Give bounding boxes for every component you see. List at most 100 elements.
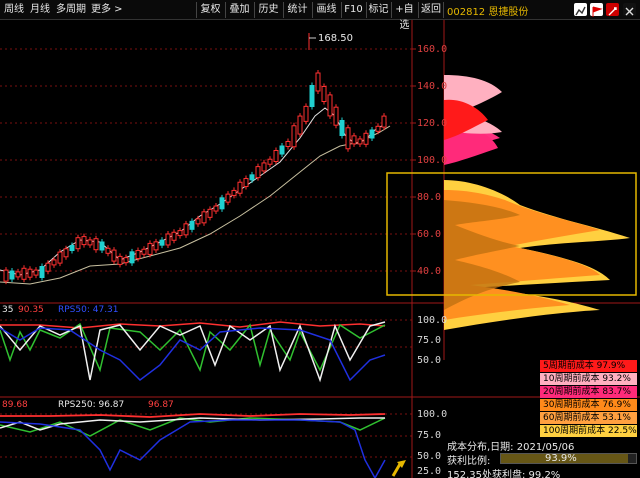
candle-body bbox=[147, 242, 153, 255]
candle-body bbox=[111, 249, 117, 262]
candle-body bbox=[183, 223, 189, 236]
axis-tick: 60.0 bbox=[417, 229, 442, 240]
chart-mode-icon[interactable] bbox=[574, 3, 587, 16]
candle-body bbox=[351, 135, 357, 145]
candle-body bbox=[165, 233, 171, 246]
candle-body bbox=[339, 120, 345, 136]
tab-monthly[interactable]: 月线 bbox=[30, 3, 50, 17]
ma-short-line bbox=[0, 107, 386, 276]
candle-body bbox=[207, 208, 213, 218]
candle-body bbox=[177, 230, 183, 237]
profit-at-price: 152.35处获利盘: 99.2% bbox=[447, 470, 561, 478]
candle-body bbox=[57, 251, 63, 264]
candlestick-series bbox=[3, 70, 387, 285]
flag-icon[interactable] bbox=[590, 3, 603, 17]
candle-body bbox=[141, 248, 147, 255]
candle-body bbox=[213, 205, 219, 212]
cost-distribution-date: 成本分布,日期: 2021/05/06 bbox=[447, 442, 575, 453]
axis-tick: 50.0 bbox=[417, 355, 442, 366]
candle-body bbox=[267, 158, 273, 165]
candle-body bbox=[291, 125, 297, 148]
axis-tick: 140.0 bbox=[417, 81, 448, 92]
mark-button[interactable]: 标记 bbox=[366, 2, 390, 18]
candle-body bbox=[33, 269, 39, 276]
candle-body bbox=[279, 145, 285, 155]
legend-item: 10周期前成本 93.2% bbox=[540, 373, 637, 385]
candle-body bbox=[363, 132, 369, 145]
axis-tick: 120.0 bbox=[417, 118, 448, 129]
candle-body bbox=[255, 166, 261, 179]
back-button[interactable]: 返回 bbox=[418, 2, 444, 18]
candle-body bbox=[315, 72, 321, 92]
add-watchlist-button[interactable]: +自选 bbox=[391, 2, 417, 31]
stock-title: 002812 恩捷股份 bbox=[447, 7, 529, 18]
axis-tick: 25.0 bbox=[417, 466, 442, 477]
candle-body bbox=[99, 241, 105, 251]
profit-ratio-label: 获利比例: bbox=[447, 456, 491, 467]
candle-body bbox=[21, 267, 27, 280]
tab-multi-period[interactable]: 多周期 bbox=[56, 3, 86, 17]
chip-distribution bbox=[444, 75, 630, 330]
tab-weekly[interactable]: 周线 bbox=[4, 3, 24, 17]
candle-body bbox=[15, 271, 21, 278]
more-menu[interactable]: 更多 > bbox=[91, 3, 123, 17]
legend-item: 30周期前成本 76.9% bbox=[540, 399, 637, 411]
legend-item: 100周期前成本 22.5% bbox=[540, 425, 637, 437]
axis-tick: 100.0 bbox=[417, 155, 448, 166]
axis-tick: 40.0 bbox=[417, 266, 442, 277]
candle-body bbox=[153, 241, 159, 251]
legend-item: 60周期前成本 53.1% bbox=[540, 412, 637, 424]
candle-body bbox=[3, 269, 9, 282]
candle-body bbox=[273, 150, 279, 162]
candle-body bbox=[261, 162, 267, 172]
draw-line-button[interactable]: 画线 bbox=[312, 2, 340, 18]
arrow-icon bbox=[391, 463, 402, 477]
profit-ratio-value: 93.9% bbox=[545, 453, 577, 464]
candle-body bbox=[9, 270, 15, 280]
candle-body bbox=[87, 239, 93, 246]
rps250-label: RPS250: 96.87 bbox=[58, 400, 125, 410]
candle-body bbox=[123, 257, 129, 264]
candle-body bbox=[321, 86, 327, 102]
candle-body bbox=[45, 262, 51, 272]
candle-body bbox=[297, 115, 303, 135]
candle-body bbox=[357, 138, 363, 145]
candle-body bbox=[303, 105, 309, 122]
candle-body bbox=[345, 127, 351, 150]
candle-body bbox=[309, 85, 315, 107]
axis-tick: 80.0 bbox=[417, 192, 442, 203]
f10-button[interactable]: F10 bbox=[341, 2, 365, 18]
candle-body bbox=[327, 94, 333, 117]
candle-body bbox=[285, 141, 291, 147]
tools-icon[interactable] bbox=[606, 3, 619, 16]
stats-button[interactable]: 统计 bbox=[283, 2, 311, 18]
rps250-panel bbox=[0, 413, 386, 478]
adjust-button[interactable]: 复权 bbox=[196, 2, 224, 18]
candle-body bbox=[381, 115, 387, 128]
axis-tick: 75.0 bbox=[417, 335, 442, 346]
history-button[interactable]: 历史 bbox=[254, 2, 282, 18]
candle-body bbox=[75, 237, 81, 250]
candle-body bbox=[129, 251, 135, 264]
candle-body bbox=[69, 245, 75, 251]
candle-body bbox=[105, 247, 111, 254]
close-icon[interactable] bbox=[623, 3, 636, 16]
axis-tick: 50.0 bbox=[417, 451, 442, 462]
axis-tick: 75.0 bbox=[417, 430, 442, 441]
candle-body bbox=[231, 189, 237, 196]
panel1-header-value: 35 bbox=[2, 305, 14, 315]
panel1-header-value: 90.35 bbox=[18, 305, 44, 315]
candle-body bbox=[81, 236, 87, 246]
panel2-header-value: 96.87 bbox=[148, 400, 174, 410]
candle-body bbox=[159, 239, 165, 246]
rps50-label: RPS50: 47.31 bbox=[58, 305, 119, 315]
candle-body bbox=[369, 129, 375, 139]
candle-body bbox=[51, 259, 57, 266]
toolbar: 周线 月线 多周期 更多 > 复权 叠加 历史 统计 画线 F10 标记 +自选… bbox=[0, 0, 640, 31]
axis-tick: 100.0 bbox=[417, 409, 448, 420]
candle-body bbox=[27, 268, 33, 278]
candle-body bbox=[249, 174, 255, 181]
overlay-button[interactable]: 叠加 bbox=[225, 2, 253, 18]
candle-body bbox=[237, 181, 243, 194]
legend-item: 5周期前成本 97.9% bbox=[540, 360, 637, 372]
